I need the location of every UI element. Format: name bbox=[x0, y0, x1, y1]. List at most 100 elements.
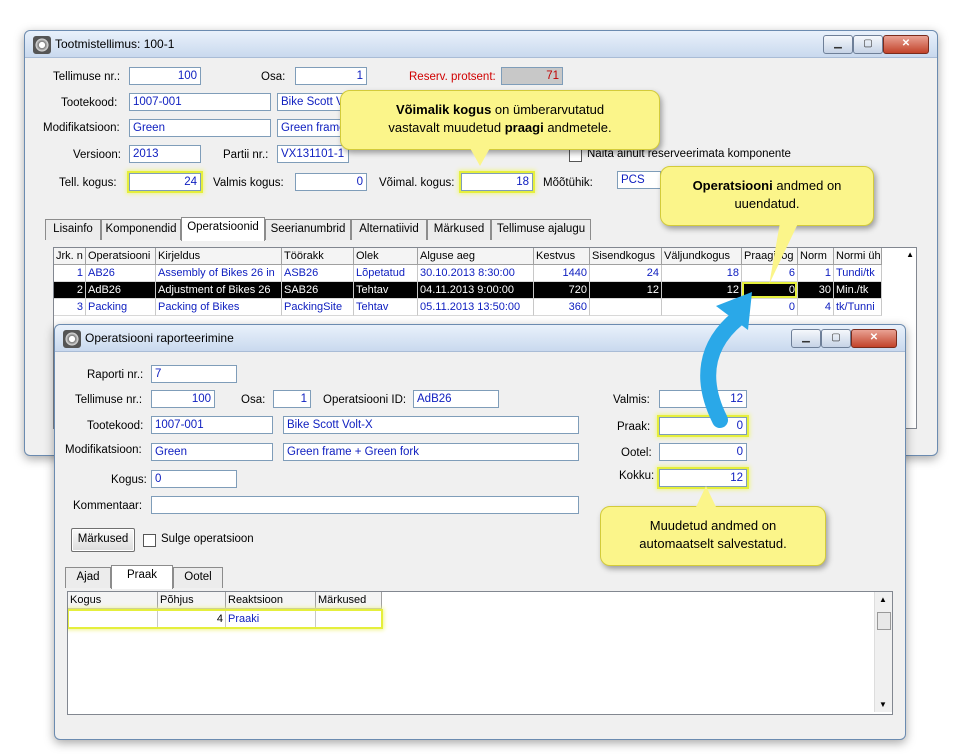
column-header[interactable]: Jrk. n bbox=[54, 248, 86, 265]
table-cell bbox=[590, 299, 662, 316]
minimize-button[interactable]: ▁ bbox=[791, 329, 821, 348]
part-label: Osa: bbox=[241, 394, 266, 406]
column-header[interactable]: Normi üh bbox=[834, 248, 882, 265]
column-header[interactable]: Alguse aeg bbox=[418, 248, 534, 265]
callout-text: andmed on bbox=[772, 178, 842, 193]
table-scroll-up-icon[interactable]: ▲ bbox=[906, 250, 914, 259]
table-cell: 2 bbox=[54, 282, 86, 299]
column-header[interactable]: Märkused bbox=[316, 592, 382, 609]
app-icon bbox=[63, 330, 81, 348]
order-no-label: Tellimuse nr.: bbox=[53, 71, 121, 83]
title-bar: Tootmistellimus: 100-1 ▁ ▢ ✕ bbox=[25, 31, 937, 58]
column-header[interactable]: Kestvus bbox=[534, 248, 590, 265]
maximize-button[interactable]: ▢ bbox=[853, 35, 883, 54]
close-operation-label: Sulge operatsioon bbox=[161, 533, 254, 545]
notes-button[interactable]: Märkused bbox=[71, 528, 135, 552]
tab-tellimuse-ajalugu[interactable]: Tellimuse ajalugu bbox=[491, 219, 591, 240]
close-button[interactable]: ✕ bbox=[883, 35, 929, 54]
table-cell: 1 bbox=[54, 265, 86, 282]
table-cell: ASB26 bbox=[282, 265, 354, 282]
product-name-field: Bike Scott V bbox=[277, 93, 349, 111]
callout-bold: Võimalik kogus bbox=[395, 102, 492, 117]
unreserved-components-checkbox[interactable] bbox=[569, 149, 582, 162]
tab-lisainfo[interactable]: Lisainfo bbox=[45, 219, 101, 240]
order-no-field[interactable]: 100 bbox=[129, 67, 201, 85]
modification-desc-field: Green frame + Green fork bbox=[283, 443, 579, 461]
column-header[interactable]: Töörakk bbox=[282, 248, 354, 265]
minimize-icon: ▁ bbox=[802, 332, 810, 343]
waiting-label: Ootel: bbox=[621, 447, 652, 459]
window-title: Operatsiooni raporteerimine bbox=[85, 331, 234, 345]
minimize-button[interactable]: ▁ bbox=[823, 35, 853, 54]
unit-label: Mõõtühik: bbox=[543, 177, 593, 189]
highlight-frame bbox=[69, 611, 381, 627]
app-icon bbox=[33, 36, 51, 54]
callout-pointer bbox=[470, 148, 490, 166]
part-label: Osa: bbox=[261, 71, 286, 83]
reserve-percent-label: Reserv. protsent: bbox=[409, 71, 496, 83]
table-cell: Adjustment of Bikes 26 bbox=[156, 282, 282, 299]
operation-id-field[interactable]: AdB26 bbox=[413, 390, 499, 408]
tab-markused[interactable]: Märkused bbox=[427, 219, 491, 240]
product-code-field[interactable]: 1007-001 bbox=[129, 93, 271, 111]
column-header[interactable]: Operatsiooni bbox=[86, 248, 156, 265]
tab-seerianumbrid[interactable]: Seerianumbrid bbox=[265, 219, 351, 240]
callout-pointer bbox=[696, 486, 716, 507]
column-header[interactable]: Olek bbox=[354, 248, 418, 265]
table-cell: 12 bbox=[590, 282, 662, 299]
column-header[interactable]: Norm bbox=[798, 248, 834, 265]
callout-line-2: uuendatud. bbox=[734, 196, 800, 211]
callout-line-2: automaatselt salvestatud. bbox=[639, 536, 787, 551]
modification-label: Modifikatsioon: bbox=[43, 122, 120, 134]
scrap-label: Praak: bbox=[617, 421, 651, 433]
scrollbar[interactable]: ▲ ▼ bbox=[874, 592, 892, 712]
part-field: 1 bbox=[273, 390, 311, 408]
callout-bold: Operatsiooni bbox=[692, 178, 773, 193]
batch-label: Partii nr.: bbox=[223, 149, 269, 161]
maximize-button[interactable]: ▢ bbox=[821, 329, 851, 348]
comment-field[interactable] bbox=[151, 496, 579, 514]
scroll-thumb[interactable] bbox=[877, 612, 891, 630]
scrap-table[interactable]: Kogus Põhjus Reaktsioon Märkused 4 Praaki ▲ ▼ bbox=[67, 591, 893, 715]
close-operation-checkbox[interactable] bbox=[143, 534, 156, 547]
comment-label: Kommentaar: bbox=[73, 500, 143, 512]
order-qty-field[interactable]: 24 bbox=[129, 173, 201, 191]
table-cell: 30 bbox=[798, 282, 834, 299]
scroll-down-icon[interactable]: ▼ bbox=[879, 700, 887, 709]
column-header[interactable]: Põhjus bbox=[158, 592, 226, 609]
table-cell: Tehtav bbox=[354, 299, 418, 316]
tab-ootel[interactable]: Ootel bbox=[173, 567, 223, 588]
column-header[interactable]: Kirjeldus bbox=[156, 248, 282, 265]
tab-praak[interactable]: Praak bbox=[111, 565, 173, 589]
column-header[interactable]: Kogus bbox=[68, 592, 158, 609]
callout-text: vastavalt muudetud bbox=[388, 120, 505, 135]
product-code-field: 1007-001 bbox=[151, 416, 273, 434]
close-button[interactable]: ✕ bbox=[851, 329, 897, 348]
total-field: 12 bbox=[659, 469, 747, 487]
table-cell: Tundi/tk bbox=[834, 265, 882, 282]
tab-operatsioonid[interactable]: Operatsioonid bbox=[181, 217, 265, 241]
column-header[interactable]: Reaktsioon bbox=[226, 592, 316, 609]
scroll-up-icon[interactable]: ▲ bbox=[879, 595, 887, 604]
tab-ajad[interactable]: Ajad bbox=[65, 567, 111, 588]
close-icon: ✕ bbox=[901, 38, 911, 49]
modification-field[interactable]: Green bbox=[129, 119, 271, 137]
report-no-field[interactable]: 7 bbox=[151, 365, 237, 383]
version-field[interactable]: 2013 bbox=[129, 145, 201, 163]
maximize-icon: ▢ bbox=[863, 38, 873, 49]
callout-operation-updated: Operatsiooni andmed on uuendatud. bbox=[660, 166, 874, 226]
unit-field[interactable]: PCS bbox=[617, 171, 661, 189]
batch-field[interactable]: VX131101-1 bbox=[277, 145, 349, 163]
qty-field[interactable]: 0 bbox=[151, 470, 237, 488]
tab-alternatiivid[interactable]: Alternatiivid bbox=[351, 219, 427, 240]
column-header[interactable]: Sisendkogus bbox=[590, 248, 662, 265]
tab-komponendid[interactable]: Komponendid bbox=[101, 219, 181, 240]
table-cell: 30.10.2013 8:30:00 bbox=[418, 265, 534, 282]
ready-qty-label: Valmis kogus: bbox=[213, 177, 284, 189]
part-field[interactable]: 1 bbox=[295, 67, 367, 85]
column-header[interactable]: Väljundkogus bbox=[662, 248, 742, 265]
table-cell: 18 bbox=[662, 265, 742, 282]
table-cell: Tehtav bbox=[354, 282, 418, 299]
total-label: Kokku: bbox=[619, 470, 655, 482]
callout-line-1: Võimalik kogus on ümberarvutatud bbox=[341, 101, 659, 119]
